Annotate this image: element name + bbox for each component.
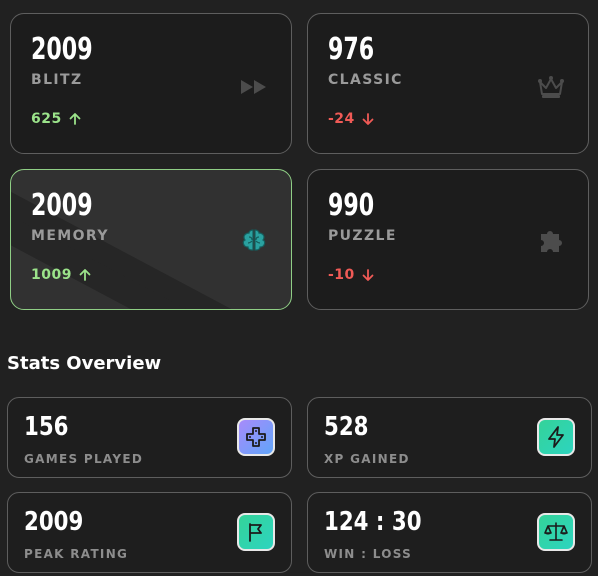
stat-card-xp-gained: 528 XP GAINED bbox=[307, 397, 592, 478]
stat-label: WIN : LOSS bbox=[324, 547, 413, 561]
scale-icon bbox=[537, 513, 575, 551]
rating-delta: 625 bbox=[31, 111, 82, 127]
rating-delta-value: 625 bbox=[31, 111, 62, 127]
stat-value: 124 : 30 bbox=[324, 507, 422, 537]
gamepad-icon bbox=[237, 418, 275, 456]
stat-card-games-played: 156 GAMES PLAYED bbox=[7, 397, 292, 478]
mode-card-blitz[interactable]: 2009 BLITZ 625 bbox=[10, 13, 292, 154]
stat-value: 2009 bbox=[24, 507, 84, 537]
stat-label: XP GAINED bbox=[324, 452, 410, 466]
crown-icon bbox=[536, 72, 566, 102]
rating-delta: 1009 bbox=[31, 267, 92, 283]
mode-name: PUZZLE bbox=[328, 228, 397, 244]
stat-value: 528 bbox=[324, 412, 369, 442]
mode-name: BLITZ bbox=[31, 72, 83, 88]
stat-card-win-loss: 124 : 30 WIN : LOSS bbox=[307, 492, 592, 573]
arrow-up-icon bbox=[79, 269, 91, 281]
mode-rating: 976 bbox=[328, 32, 375, 67]
rating-delta-value: -10 bbox=[328, 267, 355, 283]
puzzle-icon bbox=[536, 225, 566, 255]
mode-rating: 2009 bbox=[31, 32, 93, 67]
mode-card-puzzle[interactable]: 990 PUZZLE -10 bbox=[307, 169, 589, 310]
arrow-down-icon bbox=[362, 269, 374, 281]
stat-card-peak-rating: 2009 PEAK RATING bbox=[7, 492, 292, 573]
mode-card-classic[interactable]: 976 CLASSIC -24 bbox=[307, 13, 589, 154]
flag-icon bbox=[237, 513, 275, 551]
mode-name: MEMORY bbox=[31, 228, 109, 244]
stat-label: PEAK RATING bbox=[24, 547, 129, 561]
rating-delta-value: 1009 bbox=[31, 267, 72, 283]
rating-delta: -10 bbox=[328, 267, 375, 283]
stats-overview-title: Stats Overview bbox=[7, 353, 162, 374]
arrow-up-icon bbox=[69, 113, 81, 125]
stat-label: GAMES PLAYED bbox=[24, 452, 144, 466]
mode-rating: 2009 bbox=[31, 188, 93, 223]
mode-rating: 990 bbox=[328, 188, 375, 223]
stat-value: 156 bbox=[24, 412, 69, 442]
mode-card-memory[interactable]: 2009 MEMORY 1009 bbox=[10, 169, 292, 310]
arrow-down-icon bbox=[362, 113, 374, 125]
lightning-icon bbox=[537, 418, 575, 456]
rating-delta: -24 bbox=[328, 111, 375, 127]
rating-delta-value: -24 bbox=[328, 111, 355, 127]
brain-icon bbox=[239, 225, 269, 255]
fast-forward-icon bbox=[239, 72, 269, 102]
mode-name: CLASSIC bbox=[328, 72, 403, 88]
